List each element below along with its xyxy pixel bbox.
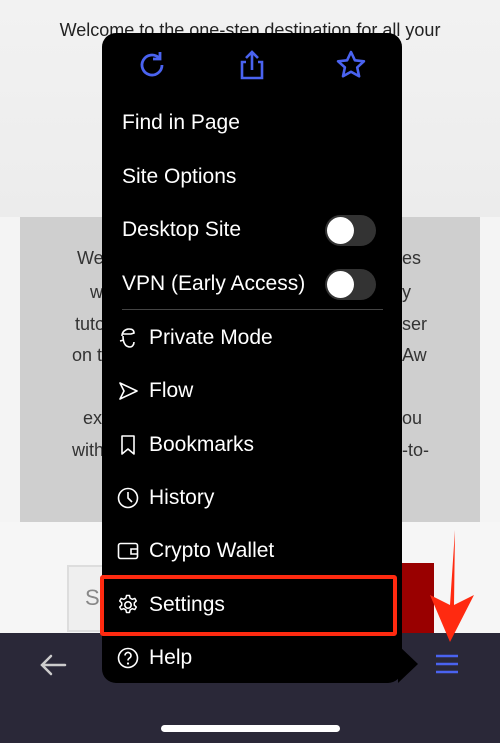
menu-item-vpn[interactable]: VPN (Early Access) (102, 259, 402, 309)
text-fragment: We (77, 248, 104, 268)
reload-icon[interactable] (136, 49, 168, 81)
bookmark-icon (121, 435, 135, 455)
text-fragment: tuto (75, 314, 106, 334)
menu-item-find-in-page[interactable]: Find in Page (102, 98, 402, 148)
desktop-site-toggle[interactable] (325, 214, 376, 246)
text-fragment: y (402, 282, 411, 302)
private-mode-icon (119, 328, 135, 348)
menu-item-bookmarks[interactable]: Bookmarks (102, 420, 402, 470)
share-icon[interactable] (236, 49, 268, 81)
search-placeholder: S (85, 585, 100, 610)
menu-item-private-mode[interactable]: Private Mode (102, 313, 402, 363)
text-fragment: es (402, 248, 422, 268)
help-icon (117, 647, 139, 669)
text-fragment: ser (402, 314, 428, 334)
settings-highlight-box (100, 575, 397, 636)
red-arrow-annotation (430, 530, 474, 642)
menu-divider (122, 309, 383, 310)
wallet-icon (117, 542, 139, 560)
menu-item-history[interactable]: History (102, 473, 402, 523)
home-indicator (161, 725, 340, 732)
text-fragment: ex (83, 408, 103, 428)
text-fragment: -to- (402, 440, 429, 460)
menu-item-site-options[interactable]: Site Options (102, 152, 402, 202)
menu-item-crypto-wallet[interactable]: Crypto Wallet (102, 526, 402, 576)
text-fragment: with (72, 440, 105, 460)
menu-item-desktop-site[interactable]: Desktop Site (102, 205, 402, 255)
star-icon[interactable] (335, 49, 367, 81)
menu-icon[interactable] (434, 654, 460, 674)
menu-pointer (398, 645, 418, 683)
menu-item-flow[interactable]: Flow (102, 366, 402, 416)
send-icon (119, 382, 138, 400)
menu-item-help[interactable]: Help (102, 633, 402, 683)
text-fragment: Aw (402, 345, 427, 365)
clock-icon (117, 487, 139, 509)
vpn-toggle[interactable] (325, 268, 376, 300)
text-fragment: ou (402, 408, 423, 428)
back-arrow-icon[interactable] (38, 650, 68, 680)
text-fragment: on t (72, 345, 103, 365)
